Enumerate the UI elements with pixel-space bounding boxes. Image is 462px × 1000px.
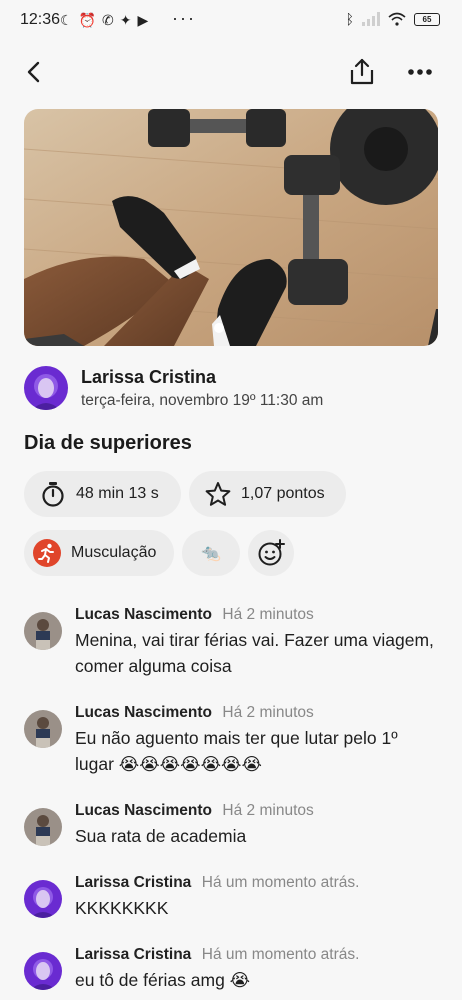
duration-value: 48 min 13 s [76,485,159,502]
avatar[interactable] [24,952,62,990]
comment-author[interactable]: Lucas Nascimento [75,606,212,623]
wifi-icon [388,12,406,26]
signal-icon [362,12,380,26]
battery-icon: 65 [414,12,440,26]
avatar[interactable] [24,612,62,650]
comment-text: Menina, vai tirar férias vai. Fazer uma … [75,630,434,676]
top-app-bar [0,48,462,96]
more-options-button[interactable] [400,52,440,92]
share-icon [350,58,374,85]
duration-chip: 48 min 13 s [24,471,181,517]
commenter-avatar-image [24,952,62,990]
post-date: terça-feira, novembro 19º 11:30 am [81,392,324,409]
avatar[interactable] [24,880,62,918]
comment-text: Sua rata de academia [75,826,247,846]
comment-author[interactable]: Lucas Nascimento [75,802,212,819]
back-button[interactable] [14,52,54,92]
system-icons: ᛒ 65 [346,11,440,27]
comment-time: Há um momento atrás. [201,874,360,891]
author-name[interactable]: Larissa Cristina [81,367,216,388]
comment-author[interactable]: Larissa Cristina [75,874,191,891]
reaction-chip[interactable]: 🐀 [182,530,240,576]
carousel-indicator [214,323,224,333]
author-avatar-image [24,366,68,410]
comment-time: Há 2 minutos [222,704,314,721]
workout-photo[interactable] [24,109,438,346]
share-button[interactable] [342,52,382,92]
points-chip: 1,07 pontos [189,471,346,517]
app-icon: ✦ [119,12,132,28]
chevron-left-icon [27,61,40,83]
activity-label: Musculação [71,544,157,561]
comment-time: Há um momento atrás. [201,946,360,963]
moon-icon: ☾ [60,12,73,28]
avatar[interactable] [24,710,62,748]
comment-text: KKKKKKKK [75,898,169,918]
avatar[interactable] [24,366,68,410]
comment-text: eu tô de férias amg 😭 [75,970,251,990]
stopwatch-icon [40,481,66,507]
youtube-icon: ▶ [137,12,149,28]
more-horizontal-icon [408,69,432,75]
whatsapp-icon: ✆ [102,12,114,28]
rat-reaction-icon: 🐀 [201,545,221,562]
commenter-avatar-image [24,880,62,918]
commenter-avatar-image [24,808,62,846]
comment-time: Há 2 minutos [222,802,314,819]
comment-author[interactable]: Lucas Nascimento [75,704,212,721]
running-person-icon [33,539,61,567]
comment-author[interactable]: Larissa Cristina [75,946,191,963]
more-notifications-icon: ··· [172,8,196,28]
post-title: Dia de superiores [24,432,192,454]
alarm-icon: ⏰ [78,12,96,28]
star-outline-icon [205,481,231,507]
add-reaction-button[interactable] [248,530,294,576]
status-bar: 12:36 ☾ ⏰ ✆ ✦ ▶ ··· ᛒ 65 [0,0,462,42]
status-time: 12:36 [20,11,61,28]
points-value: 1,07 pontos [241,485,325,502]
commenter-avatar-image [24,710,62,748]
comment-time: Há 2 minutos [222,606,314,623]
commenter-avatar-image [24,612,62,650]
add-emoji-icon [258,539,285,566]
gym-photo-image [24,109,438,346]
comment-text: Eu não aguento mais ter que lutar pelo 1… [75,728,398,774]
notification-icons: ☾ ⏰ ✆ ✦ ▶ [60,11,148,29]
post-author: Larissa Cristina terça-feira, novembro 1… [24,366,444,412]
avatar[interactable] [24,808,62,846]
activity-chip[interactable]: Musculação [24,530,174,576]
bluetooth-icon: ᛒ [345,11,354,27]
